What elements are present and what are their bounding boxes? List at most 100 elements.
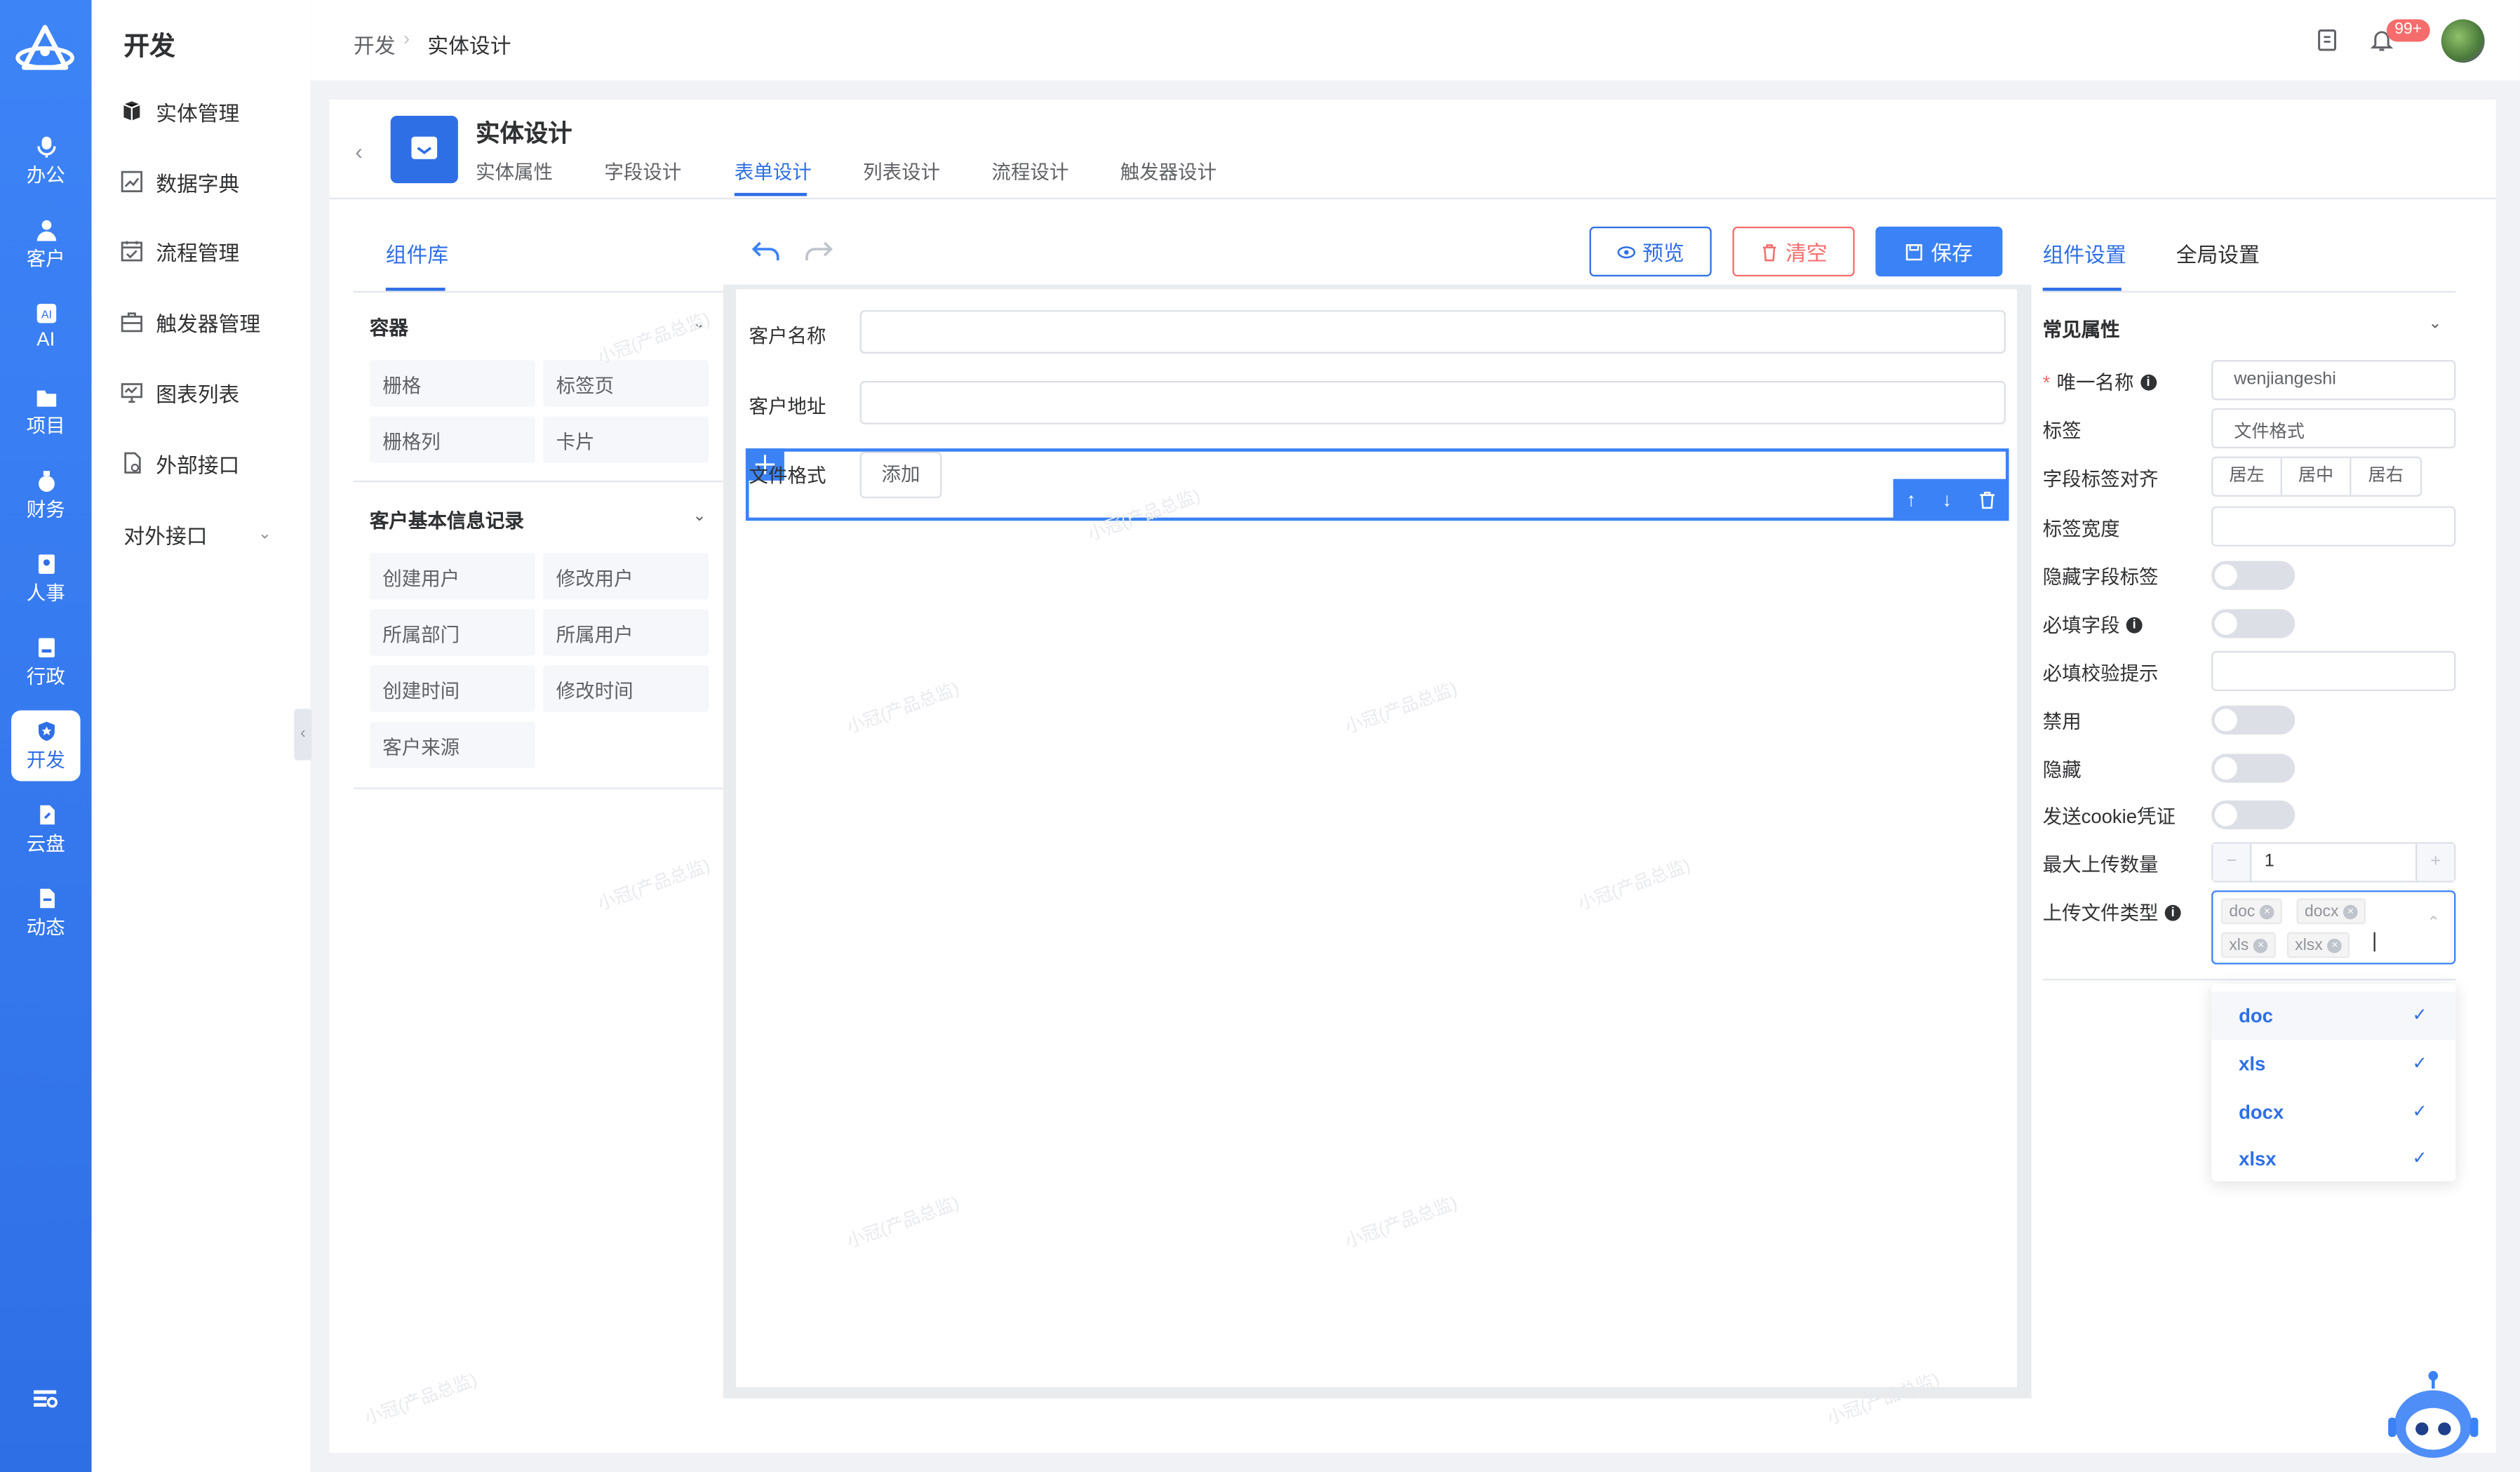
assistant-robot-icon[interactable]	[2385, 1370, 2481, 1463]
tab-component-library[interactable]: 组件库	[386, 238, 448, 269]
plus-icon[interactable]: +	[2415, 843, 2455, 881]
component-chip[interactable]: 卡片	[543, 416, 709, 463]
mic-icon	[36, 136, 55, 158]
tab-global-settings[interactable]: 全局设置	[2176, 238, 2260, 269]
component-chip[interactable]: 修改时间	[543, 665, 709, 712]
chevron-down-icon[interactable]: ⌄	[692, 508, 706, 526]
component-chip[interactable]: 栅格列	[369, 416, 535, 463]
field-toolbar: ↑ ↓	[1893, 479, 2009, 521]
unique-name-input[interactable]: wenjiangeshi	[2211, 360, 2456, 401]
save-button[interactable]: 保存	[1875, 227, 2003, 277]
stepper-value[interactable]: 1	[2265, 852, 2274, 871]
customer-address-input[interactable]	[859, 380, 2006, 424]
info-icon[interactable]: i	[2126, 616, 2143, 633]
remove-tag-icon[interactable]: ×	[2343, 904, 2358, 919]
undo-icon[interactable]	[751, 238, 783, 264]
chevron-down-icon[interactable]: ⌄	[2428, 315, 2441, 333]
info-icon[interactable]: i	[2140, 373, 2157, 390]
preview-button[interactable]: 预览	[1589, 227, 1712, 277]
redo-icon[interactable]	[802, 238, 834, 264]
component-chip[interactable]: 所属用户	[543, 609, 709, 656]
rail-item-dev[interactable]: 开发	[11, 710, 81, 782]
prop-label: 标签	[2042, 419, 2082, 442]
required-tip-input[interactable]	[2211, 650, 2456, 692]
rail-label: 办公	[26, 163, 65, 187]
prop-label: 字段标签对齐	[2042, 467, 2159, 490]
component-chip[interactable]: 栅格	[369, 360, 535, 407]
settings-group-title[interactable]: 常见属性	[2043, 315, 2120, 342]
back-icon[interactable]: ‹	[355, 138, 363, 164]
rail-item-admin[interactable]: 行政	[11, 627, 81, 697]
max-upload-stepper[interactable]: − 1 +	[2211, 842, 2456, 883]
sidebar-item-charts[interactable]: 图表列表	[121, 376, 239, 408]
sidebar-item-dictionary[interactable]: 数据字典	[121, 166, 239, 198]
dropdown-option[interactable]: doc	[2239, 1005, 2273, 1027]
collapse-sidebar-handle[interactable]: ‹	[294, 709, 312, 761]
prop-label: * 唯一名称 i	[2043, 368, 2157, 396]
hide-label-toggle[interactable]	[2211, 561, 2296, 590]
sidebar-group-open-api[interactable]: 对外接口 ⌄	[123, 519, 272, 550]
tab-trigger-design[interactable]: 触发器设计	[1120, 157, 1217, 185]
customer-name-input[interactable]	[859, 310, 2006, 354]
tab-form-design[interactable]: 表单设计	[735, 157, 812, 185]
dropdown-option[interactable]: xlsx	[2239, 1148, 2277, 1170]
sidebar-item-external-api[interactable]: 外部接口	[121, 447, 239, 479]
hidden-toggle[interactable]	[2211, 754, 2296, 783]
main-panel: ‹ 实体设计 实体属性 字段设计 表单设计 列表设计 流程设计 触发器设计 组件…	[329, 100, 2496, 1453]
component-chip[interactable]: 创建用户	[369, 553, 535, 600]
move-up-icon[interactable]: ↑	[1906, 488, 1916, 511]
file-types-select[interactable]: doc × docx × xls × xlsx × ⌃	[2211, 890, 2456, 965]
prop-label: 最大上传数量	[2042, 853, 2159, 876]
sidebar-item-label: 流程管理	[156, 240, 240, 265]
app-logo-icon[interactable]	[13, 19, 77, 83]
component-chip[interactable]: 标签页	[543, 360, 709, 407]
rail-item-cloud[interactable]: 云盘	[11, 794, 81, 865]
dropdown-option[interactable]: docx	[2239, 1101, 2284, 1123]
rail-item-project[interactable]: 项目	[11, 376, 81, 447]
info-icon[interactable]: i	[2164, 904, 2181, 921]
remove-tag-icon[interactable]: ×	[2253, 937, 2268, 953]
group-title-customer[interactable]: 客户基本信息记录	[370, 507, 524, 534]
avatar[interactable]	[2441, 19, 2485, 63]
breadcrumb-item[interactable]: 开发	[354, 29, 396, 60]
tab-field-design[interactable]: 字段设计	[604, 157, 681, 185]
tab-list-design[interactable]: 列表设计	[863, 157, 940, 185]
component-chip[interactable]: 客户来源	[369, 721, 535, 769]
notepad-icon[interactable]	[2314, 27, 2340, 53]
tab-process-design[interactable]: 流程设计	[991, 157, 1068, 185]
clear-button[interactable]: 清空	[1732, 227, 1855, 277]
required-toggle[interactable]	[2211, 609, 2296, 638]
component-chip[interactable]: 修改用户	[543, 553, 709, 600]
rail-item-activity[interactable]: 动态	[11, 878, 81, 949]
group-title-container[interactable]: 容器	[370, 314, 408, 341]
disabled-toggle[interactable]	[2211, 705, 2296, 735]
rail-item-office[interactable]: 办公	[11, 126, 81, 196]
align-right-option[interactable]: 居右	[2351, 458, 2420, 495]
rail-item-ai[interactable]: AI AI	[11, 293, 81, 363]
move-down-icon[interactable]: ↓	[1942, 488, 1952, 511]
add-file-button[interactable]: 添加	[859, 451, 942, 499]
label-width-input[interactable]	[2211, 506, 2456, 547]
delete-icon[interactable]	[1978, 490, 1996, 509]
prop-label: 隐藏	[2042, 758, 2082, 782]
chevron-up-icon[interactable]: ⌃	[2427, 914, 2440, 932]
remove-tag-icon[interactable]: ×	[2260, 904, 2274, 919]
tab-component-settings[interactable]: 组件设置	[2043, 238, 2126, 269]
rail-item-finance[interactable]: 财务	[11, 460, 81, 530]
sidebar-item-process[interactable]: 流程管理	[121, 234, 240, 267]
align-center-option[interactable]: 居中	[2282, 457, 2352, 495]
component-chip[interactable]: 创建时间	[369, 665, 535, 712]
remove-tag-icon[interactable]: ×	[2327, 937, 2343, 953]
align-left-option[interactable]: 居左	[2213, 457, 2282, 495]
tag-input[interactable]: 文件格式	[2211, 408, 2456, 449]
component-chip[interactable]: 所属部门	[369, 609, 535, 656]
sidebar-item-entity[interactable]: 实体管理	[121, 95, 239, 127]
rail-item-hr[interactable]: 人事	[11, 543, 81, 614]
minus-icon[interactable]: −	[2213, 843, 2252, 881]
sidebar-item-trigger[interactable]: 触发器管理	[121, 305, 260, 337]
settings-list-icon[interactable]	[32, 1386, 58, 1412]
rail-item-customer[interactable]: 客户	[11, 209, 81, 280]
dropdown-option[interactable]: xls	[2239, 1052, 2265, 1075]
tab-entity-props[interactable]: 实体属性	[476, 157, 553, 185]
cookie-toggle[interactable]	[2211, 800, 2296, 830]
